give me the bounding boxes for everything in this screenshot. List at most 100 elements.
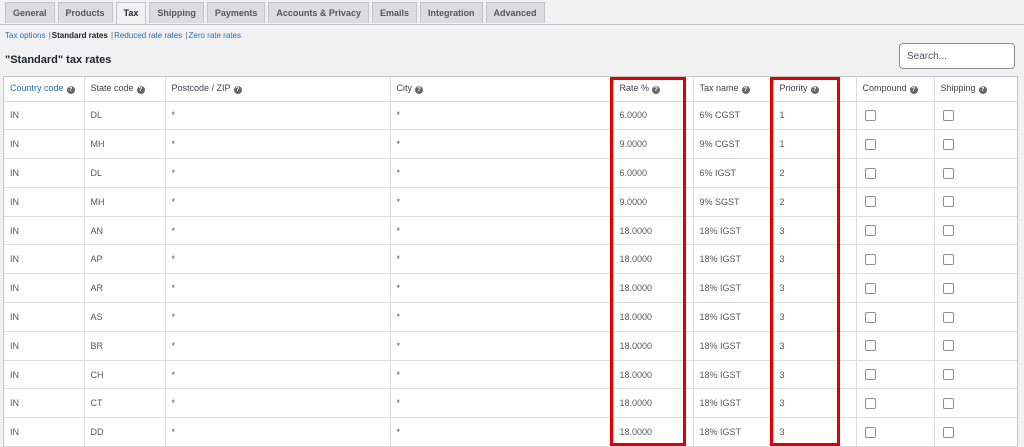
cell-city[interactable]: * [390,331,614,361]
cell-country[interactable]: IN [4,388,85,419]
cell-rate[interactable]: 18.0000 [613,216,694,246]
cell-state[interactable]: CH [84,360,166,390]
compound-checkbox[interactable] [864,167,876,179]
cell-country[interactable]: IN [4,273,85,304]
help-icon[interactable]: ? [652,86,661,95]
shipping-checkbox[interactable] [942,369,954,381]
cell-state[interactable]: MH [84,187,166,217]
cell-priority[interactable]: 3 [773,216,857,246]
help-icon[interactable]: ? [978,86,987,95]
compound-checkbox[interactable] [864,282,876,294]
cell-priority[interactable]: 3 [773,302,857,332]
cell-state[interactable]: DL [84,158,166,188]
cell-name[interactable]: 18% IGST [693,273,774,304]
cell-name[interactable]: 6% IGST [693,158,774,188]
cell-city[interactable]: * [390,129,614,160]
cell-postcode[interactable]: * [165,331,391,361]
help-icon[interactable]: ? [136,86,145,95]
tab-payments[interactable]: Payments [206,2,266,23]
cell-city[interactable]: * [390,360,614,390]
cell-state[interactable]: AR [84,273,166,304]
cell-country[interactable]: IN [4,244,85,275]
tab-integration[interactable]: Integration [420,2,483,23]
cell-city[interactable]: * [390,388,614,419]
cell-state[interactable]: BR [84,331,166,361]
cell-postcode[interactable]: * [165,360,391,390]
cell-rate[interactable]: 18.0000 [613,244,694,275]
cell-name[interactable]: 18% IGST [693,331,774,361]
cell-postcode[interactable]: * [165,158,391,188]
shipping-checkbox[interactable] [942,426,954,438]
cell-state[interactable]: AN [84,216,166,246]
tab-general[interactable]: General [5,2,55,23]
shipping-checkbox[interactable] [942,167,954,179]
cell-country[interactable]: IN [4,216,85,246]
cell-name[interactable]: 18% IGST [693,417,774,447]
help-icon[interactable]: ? [741,86,750,95]
cell-city[interactable]: * [390,417,614,447]
shipping-checkbox[interactable] [942,282,954,294]
help-icon[interactable]: ? [810,86,819,95]
cell-priority[interactable]: 1 [773,101,857,131]
cell-city[interactable]: * [390,244,614,275]
cell-country[interactable]: IN [4,302,85,332]
compound-checkbox[interactable] [864,311,876,323]
subnav-standard-rates[interactable]: Standard rates [52,31,108,40]
help-icon[interactable]: ? [909,86,918,95]
cell-rate[interactable]: 18.0000 [613,417,694,447]
tab-shipping[interactable]: Shipping [149,2,204,23]
cell-country[interactable]: IN [4,360,85,390]
cell-state[interactable]: MH [84,129,166,160]
shipping-checkbox[interactable] [942,138,954,150]
cell-state[interactable]: CT [84,388,166,419]
shipping-checkbox[interactable] [942,340,954,352]
tab-advanced[interactable]: Advanced [485,2,545,23]
shipping-checkbox[interactable] [942,311,954,323]
cell-name[interactable]: 18% IGST [693,302,774,332]
cell-name[interactable]: 18% IGST [693,388,774,419]
cell-name[interactable]: 18% IGST [693,244,774,275]
cell-postcode[interactable]: * [165,302,391,332]
cell-state[interactable]: DL [84,101,166,131]
compound-checkbox[interactable] [864,340,876,352]
compound-checkbox[interactable] [864,225,876,237]
compound-checkbox[interactable] [864,369,876,381]
cell-city[interactable]: * [390,302,614,332]
cell-rate[interactable]: 9.0000 [613,187,694,217]
tab-tax[interactable]: Tax [115,2,147,24]
cell-name[interactable]: 9% SGST [693,187,774,217]
cell-country[interactable]: IN [4,331,85,361]
tab-accounts-privacy[interactable]: Accounts & Privacy [268,2,369,23]
cell-country[interactable]: IN [4,158,85,188]
compound-checkbox[interactable] [864,196,876,208]
cell-name[interactable]: 18% IGST [693,216,774,246]
shipping-checkbox[interactable] [942,109,954,121]
cell-postcode[interactable]: * [165,273,391,304]
cell-state[interactable]: DD [84,417,166,447]
cell-city[interactable]: * [390,187,614,217]
cell-priority[interactable]: 3 [773,417,857,447]
cell-country[interactable]: IN [4,187,85,217]
cell-city[interactable]: * [390,216,614,246]
compound-checkbox[interactable] [864,109,876,121]
cell-rate[interactable]: 6.0000 [613,101,694,131]
cell-country[interactable]: IN [4,417,85,447]
tab-emails[interactable]: Emails [371,2,417,23]
cell-rate[interactable]: 9.0000 [613,129,694,160]
tab-products[interactable]: Products [57,2,113,23]
compound-checkbox[interactable] [864,426,876,438]
cell-postcode[interactable]: * [165,216,391,246]
cell-city[interactable]: * [390,158,614,188]
cell-name[interactable]: 18% IGST [693,360,774,390]
cell-rate[interactable]: 18.0000 [613,360,694,390]
cell-priority[interactable]: 3 [773,273,857,304]
cell-postcode[interactable]: * [165,244,391,275]
compound-checkbox[interactable] [864,253,876,265]
column-header-country-code[interactable]: Country code? [4,77,85,102]
cell-priority[interactable]: 1 [773,129,857,160]
search-input[interactable] [899,43,1015,69]
cell-postcode[interactable]: * [165,388,391,419]
cell-priority[interactable]: 3 [773,331,857,361]
help-icon[interactable]: ? [66,86,75,95]
cell-rate[interactable]: 18.0000 [613,273,694,304]
